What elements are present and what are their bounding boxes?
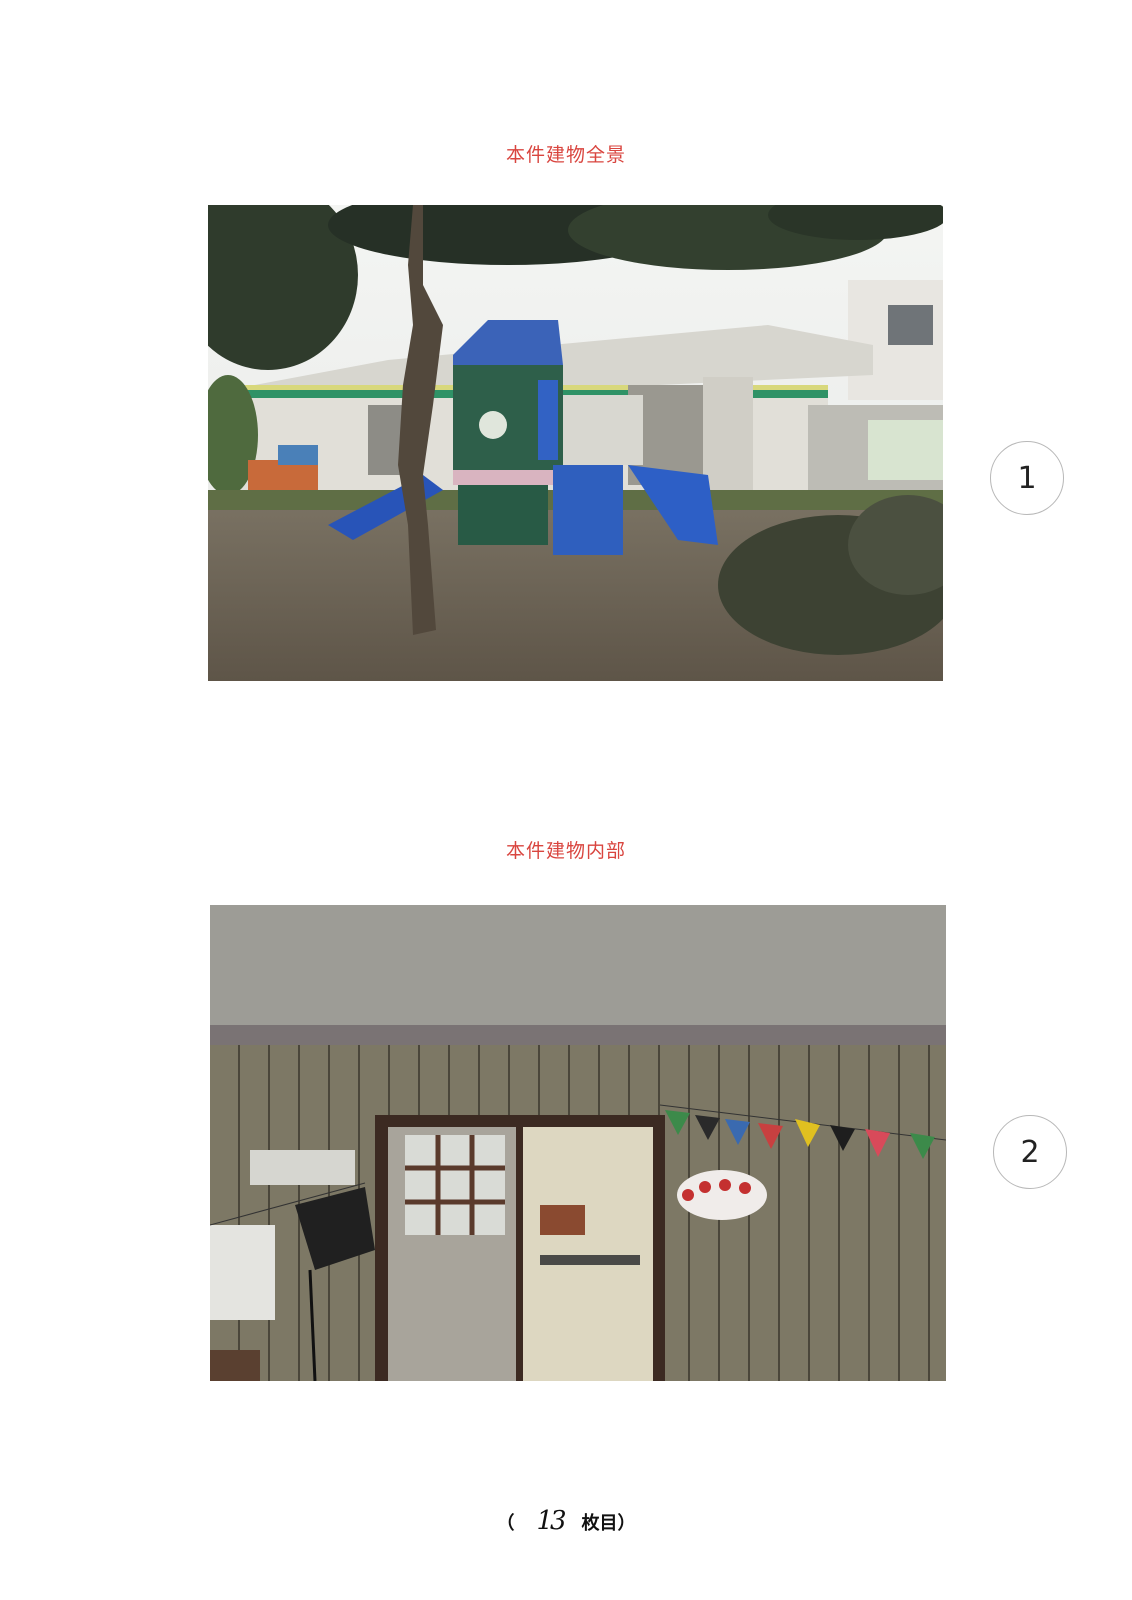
photo-number-badge-1: 1 [990,441,1064,515]
footer-suffix: 枚目） [581,1513,636,1534]
photo-number-badge-2: 2 [993,1115,1067,1189]
page-footer: （ 13 枚目） [0,1506,1132,1536]
photo-caption-1: 本件建物全景 [505,144,626,166]
footer-open-paren: （ [496,1513,515,1534]
photo-building-interior [210,905,946,1381]
photo-building-exterior [208,205,943,681]
footer-page-number: 13 [536,1506,566,1536]
photo-caption-2: 本件建物内部 [505,840,626,862]
